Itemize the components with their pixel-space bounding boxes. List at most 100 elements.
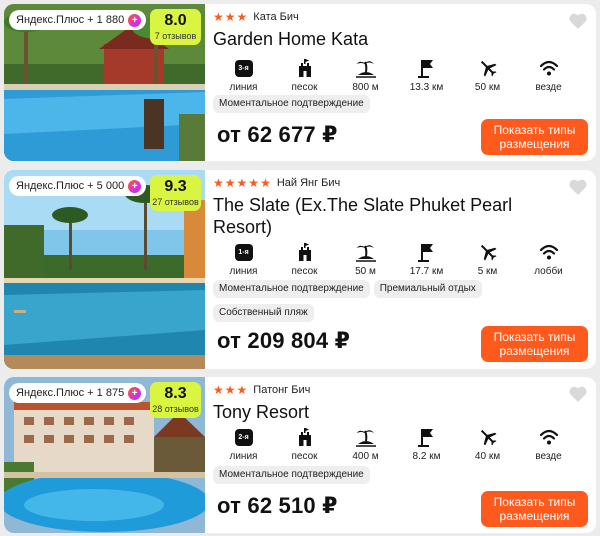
star-icon: ★ (248, 176, 260, 190)
rating-badge: 8.3 28 отзывов (150, 382, 201, 418)
feature-label: песок (291, 82, 318, 93)
hotel-price: от 62 677 ₽ (217, 122, 338, 147)
show-rooms-button[interactable]: Показать типы размещения (481, 119, 588, 155)
feature-beach-line: 1-я линия (213, 241, 274, 278)
feature-beach-type: песок (274, 57, 335, 94)
star-icon: ★ (224, 383, 236, 397)
feature-label: везде (535, 82, 562, 93)
tag-premium: Премиальный отдых (373, 280, 482, 298)
feature-label: песок (291, 266, 318, 277)
yandex-plus-badge: Яндекс.Плюс + 1 875 + (9, 383, 147, 403)
show-rooms-button[interactable]: Показать типы размещения (481, 491, 588, 527)
beach-name: Патонг Бич (253, 384, 311, 396)
feature-wifi: везде (518, 57, 579, 94)
reviews-count[interactable]: 27 отзывов (150, 197, 201, 208)
hotel-features: 3-я линия песок 800 м 13.3 км 50 км везд… (213, 57, 579, 94)
feature-airport-distance: 40 км (457, 426, 518, 463)
hotel-card[interactable]: Яндекс.Плюс + 1 875 + 8.3 28 отзывов ★ ★… (4, 377, 596, 533)
yandex-plus-badge: Яндекс.Плюс + 1 880 + (9, 10, 147, 30)
feature-sea-distance: 800 м (335, 57, 396, 94)
hotel-name[interactable]: The Slate (Ex.The Slate Phuket Pearl Res… (213, 194, 533, 238)
wifi-icon (539, 60, 558, 76)
feature-beach-line: 3-я линия (213, 57, 274, 94)
hotel-tags: Моментальное подтверждение (213, 95, 513, 113)
flag-icon (417, 429, 433, 447)
island-icon (355, 245, 376, 262)
beach-line-badge: 2-я (234, 428, 253, 446)
island-icon (355, 61, 376, 78)
sand-castle-icon (298, 428, 311, 446)
yandex-plus-text: Яндекс.Плюс + 1 875 (16, 387, 125, 399)
rating-value: 8.0 (164, 12, 187, 29)
airplane-icon (480, 60, 496, 77)
plus-points-icon: + (128, 13, 142, 27)
feature-label: 50 м (355, 266, 376, 277)
hotel-stars-row: ★ ★ ★ Патонг Бич (213, 383, 310, 397)
show-rooms-button[interactable]: Показать типы размещения (481, 326, 588, 362)
feature-sea-distance: 50 м (335, 241, 396, 278)
feature-label: 50 км (474, 82, 501, 93)
feature-airport-distance: 50 км (457, 57, 518, 94)
flag-icon (417, 244, 433, 262)
yandex-plus-text: Яндекс.Плюс + 1 880 (16, 14, 125, 26)
hotel-card[interactable]: Яндекс.Плюс + 5 000 + 9.3 27 отзывов ★ ★… (4, 170, 596, 369)
feature-center-distance: 17.7 км (396, 241, 457, 278)
favorite-heart-icon[interactable] (568, 12, 588, 30)
favorite-heart-icon[interactable] (568, 178, 588, 196)
flag-icon (417, 60, 433, 78)
hotel-photo[interactable]: Яндекс.Плюс + 1 875 + 8.3 28 отзывов (4, 377, 205, 533)
feature-center-distance: 13.3 км (396, 57, 457, 94)
hotel-info: ★ ★ ★ Патонг Бич Tony Resort 2-я линия п… (213, 377, 596, 533)
hotel-photo[interactable]: Яндекс.Плюс + 1 880 + 8.0 7 отзывов (4, 4, 205, 161)
hotel-photo[interactable]: Яндекс.Плюс + 5 000 + 9.3 27 отзывов (4, 170, 205, 369)
beach-line-badge: 1-я (234, 243, 253, 261)
star-icon: ★ (236, 176, 248, 190)
reviews-count[interactable]: 7 отзывов (150, 31, 201, 42)
hotel-name[interactable]: Tony Resort (213, 401, 309, 423)
island-icon (355, 430, 376, 447)
feature-label: лобби (534, 266, 563, 277)
plus-points-icon: + (128, 386, 142, 400)
star-icon: ★ (224, 176, 236, 190)
star-icon: ★ (236, 383, 248, 397)
yandex-plus-text: Яндекс.Плюс + 5 000 (16, 180, 125, 192)
feature-label: 800 м (352, 82, 379, 93)
airplane-icon (480, 429, 496, 446)
feature-center-distance: 8.2 км (396, 426, 457, 463)
tag-instant-confirmation: Моментальное подтверждение (213, 466, 370, 484)
hotel-price: от 62 510 ₽ (217, 493, 338, 518)
tag-instant-confirmation: Моментальное подтверждение (213, 280, 370, 298)
rating-badge: 9.3 27 отзывов (150, 175, 201, 211)
reviews-count[interactable]: 28 отзывов (150, 404, 201, 415)
hotel-card[interactable]: Яндекс.Плюс + 1 880 + 8.0 7 отзывов ★ ★ … (4, 4, 596, 161)
feature-beach-line: 2-я линия (213, 426, 274, 463)
feature-beach-type: песок (274, 241, 335, 278)
tag-private-beach: Собственный пляж (213, 304, 314, 322)
feature-airport-distance: 5 км (457, 241, 518, 278)
yandex-plus-badge: Яндекс.Плюс + 5 000 + (9, 176, 147, 196)
feature-sea-distance: 400 м (335, 426, 396, 463)
feature-label: линия (229, 451, 258, 462)
hotel-name[interactable]: Garden Home Kata (213, 28, 368, 50)
hotel-stars-row: ★ ★ ★ ★ ★ Най Янг Бич (213, 176, 340, 190)
hotel-tags: Моментальное подтверждение Премиальный о… (213, 280, 513, 322)
hotel-info: ★ ★ ★ Ката Бич Garden Home Kata 3-я лини… (213, 4, 596, 161)
tag-instant-confirmation: Моментальное подтверждение (213, 95, 370, 113)
sand-castle-icon (298, 243, 311, 261)
feature-label: 13.3 км (409, 82, 444, 93)
hotel-features: 2-я линия песок 400 м 8.2 км 40 км везде (213, 426, 579, 463)
star-icon: ★ (260, 176, 271, 190)
feature-beach-type: песок (274, 426, 335, 463)
airplane-icon (480, 244, 496, 261)
favorite-heart-icon[interactable] (568, 385, 588, 403)
star-icon: ★ (213, 383, 224, 397)
feature-label: линия (229, 266, 258, 277)
wifi-icon (539, 244, 558, 260)
hotel-price: от 209 804 ₽ (217, 328, 351, 353)
hotel-tags: Моментальное подтверждение (213, 466, 513, 484)
feature-label: 17.7 км (409, 266, 444, 277)
feature-label: линия (229, 82, 258, 93)
feature-label: везде (535, 451, 562, 462)
beach-name: Ката Бич (253, 11, 299, 23)
feature-label: 40 км (474, 451, 501, 462)
